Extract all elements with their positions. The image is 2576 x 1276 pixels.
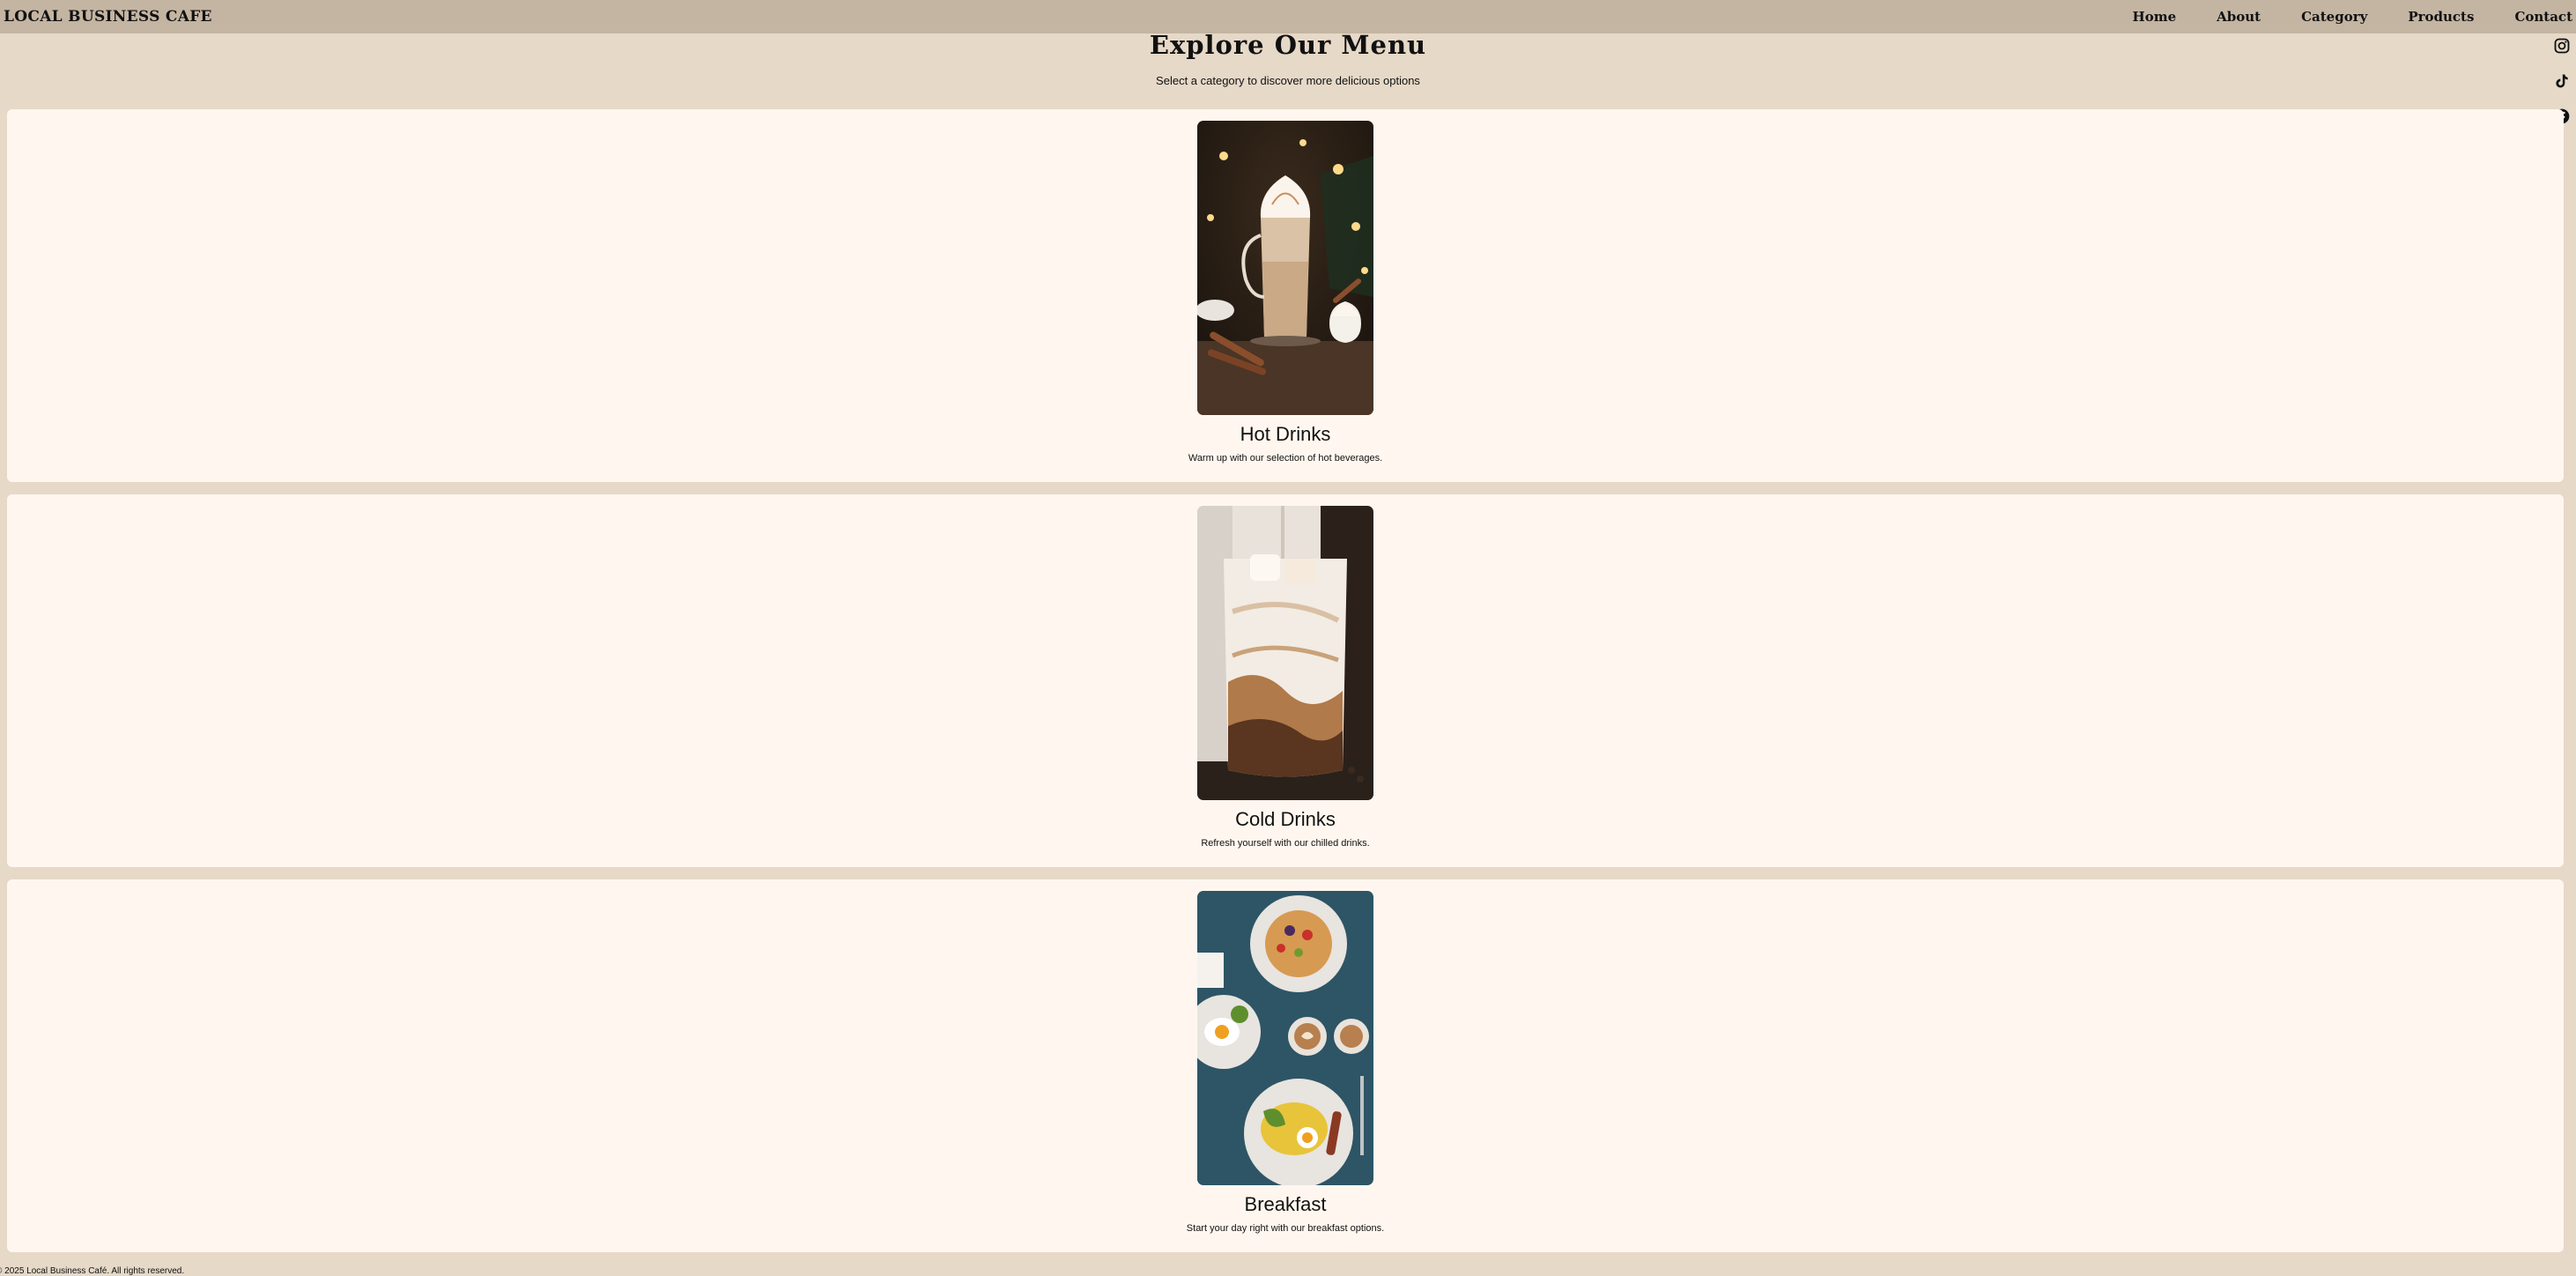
brand-logo[interactable]: LOCAL BUSINESS CAFE (4, 8, 212, 26)
navbar: LOCAL BUSINESS CAFE Home About Category … (0, 0, 2576, 33)
category-card-breakfast[interactable]: Breakfast Start your day right with our … (7, 879, 2564, 1252)
card-title: Hot Drinks (1240, 423, 1331, 445)
nav-contact[interactable]: Contact (2514, 9, 2572, 25)
card-description: Start your day right with our breakfast … (1186, 1223, 1385, 1234)
main-nav: Home About Category Products Contact (2092, 9, 2572, 25)
category-card-hot-drinks[interactable]: Hot Drinks Warm up with our selection of… (7, 109, 2564, 482)
page-title: Explore Our Menu (1149, 30, 1427, 60)
nav-home[interactable]: Home (2133, 9, 2177, 25)
nav-category[interactable]: Category (2301, 9, 2367, 25)
iced-coffee-photo[interactable] (1197, 506, 1373, 800)
hot-drink-photo[interactable] (1197, 121, 1373, 415)
nav-products[interactable]: Products (2408, 9, 2474, 25)
card-title: Cold Drinks (1235, 808, 1336, 830)
card-description: Warm up with our selection of hot bevera… (1188, 453, 1383, 464)
category-card-cold-drinks[interactable]: Cold Drinks Refresh yourself with our ch… (7, 494, 2564, 867)
card-title: Breakfast (1244, 1193, 1327, 1215)
breakfast-plates-photo[interactable] (1197, 891, 1373, 1185)
card-description: Refresh yourself with our chilled drinks… (1201, 838, 1370, 849)
nav-about[interactable]: About (2217, 9, 2261, 25)
page-subtitle: Select a category to discover more delic… (1156, 74, 1420, 87)
footer-copyright: © 2025 Local Business Café. All rights r… (0, 1266, 185, 1276)
